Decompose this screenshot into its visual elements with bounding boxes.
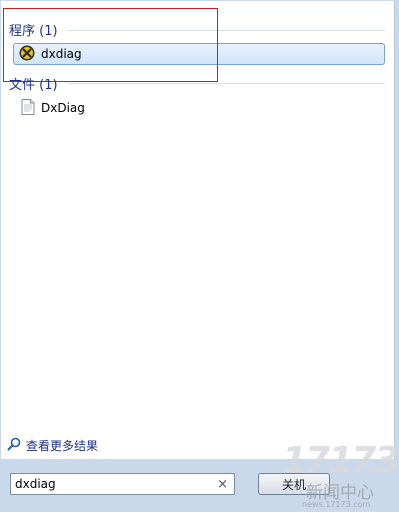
text-file-icon	[21, 98, 35, 118]
search-icon	[7, 437, 21, 454]
annotation-red-box	[3, 8, 218, 82]
file-result-label: DxDiag	[41, 101, 85, 115]
file-result-dxdiag[interactable]: DxDiag	[21, 97, 85, 119]
search-input[interactable]	[11, 477, 209, 491]
start-search-box[interactable]: ×	[10, 473, 235, 495]
watermark-url: news.17173.com	[302, 500, 371, 509]
files-header: 文件 (1)	[9, 78, 58, 93]
clear-search-icon[interactable]: ×	[217, 477, 228, 492]
files-divider	[67, 83, 385, 84]
see-more-results-link[interactable]: 查看更多结果	[7, 437, 98, 454]
start-menu-search-results: 程序 (1) dxdiag 文件 (1) DxDiag 查看更多结果	[1, 1, 395, 459]
see-more-results-label: 查看更多结果	[26, 439, 99, 453]
shutdown-button[interactable]: 关机	[258, 473, 330, 495]
